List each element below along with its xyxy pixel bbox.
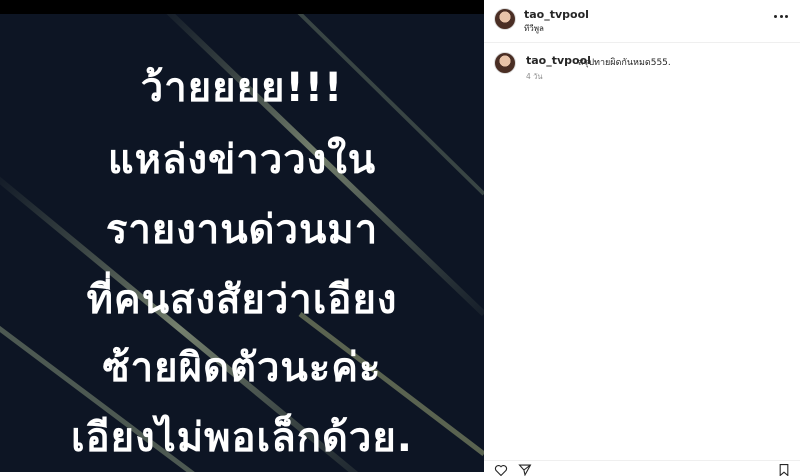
post-image[interactable]: ว้ายยยย!!! แหล่งข่าววงใน รายงานด่วนมา ที…	[0, 14, 484, 472]
header-location[interactable]: ทีวีพูล	[524, 22, 544, 35]
image-text-line: ที่คนสงสัยว่าเอียง	[86, 277, 398, 323]
image-text-line: ซ้ายผิดตัวนะค่ะ	[102, 345, 382, 391]
bookmark-icon[interactable]	[778, 464, 790, 476]
image-text-line: เอียงไม่พอเล็กด้วย.	[70, 415, 413, 461]
image-text-line: แหล่งข่าววงใน	[107, 137, 377, 183]
header-username[interactable]: tao_tvpool	[524, 8, 589, 21]
post-header: tao_tvpool ทีวีพูล	[484, 0, 800, 43]
more-horizontal-icon[interactable]	[774, 12, 788, 20]
avatar[interactable]	[494, 8, 516, 30]
post-image-text: ว้ายยยย!!! แหล่งข่าววงใน รายงานด่วนมา ที…	[0, 14, 484, 472]
post-sidebar: tao_tvpool ทีวีพูล tao_tvpool สรุปทายผิด…	[484, 0, 800, 476]
action-bar	[484, 460, 800, 476]
image-text-line: ว้ายยยย!!!	[140, 65, 344, 111]
avatar[interactable]	[494, 52, 516, 74]
image-text-line: รายงานด่วนมา	[105, 207, 379, 253]
share-icon[interactable]	[518, 464, 532, 476]
caption-text: สรุปทายผิดกันหมด555.	[578, 58, 671, 68]
top-bar	[0, 0, 484, 14]
heart-icon[interactable]	[494, 464, 508, 476]
post-time[interactable]: 4 วัน	[526, 71, 543, 83]
